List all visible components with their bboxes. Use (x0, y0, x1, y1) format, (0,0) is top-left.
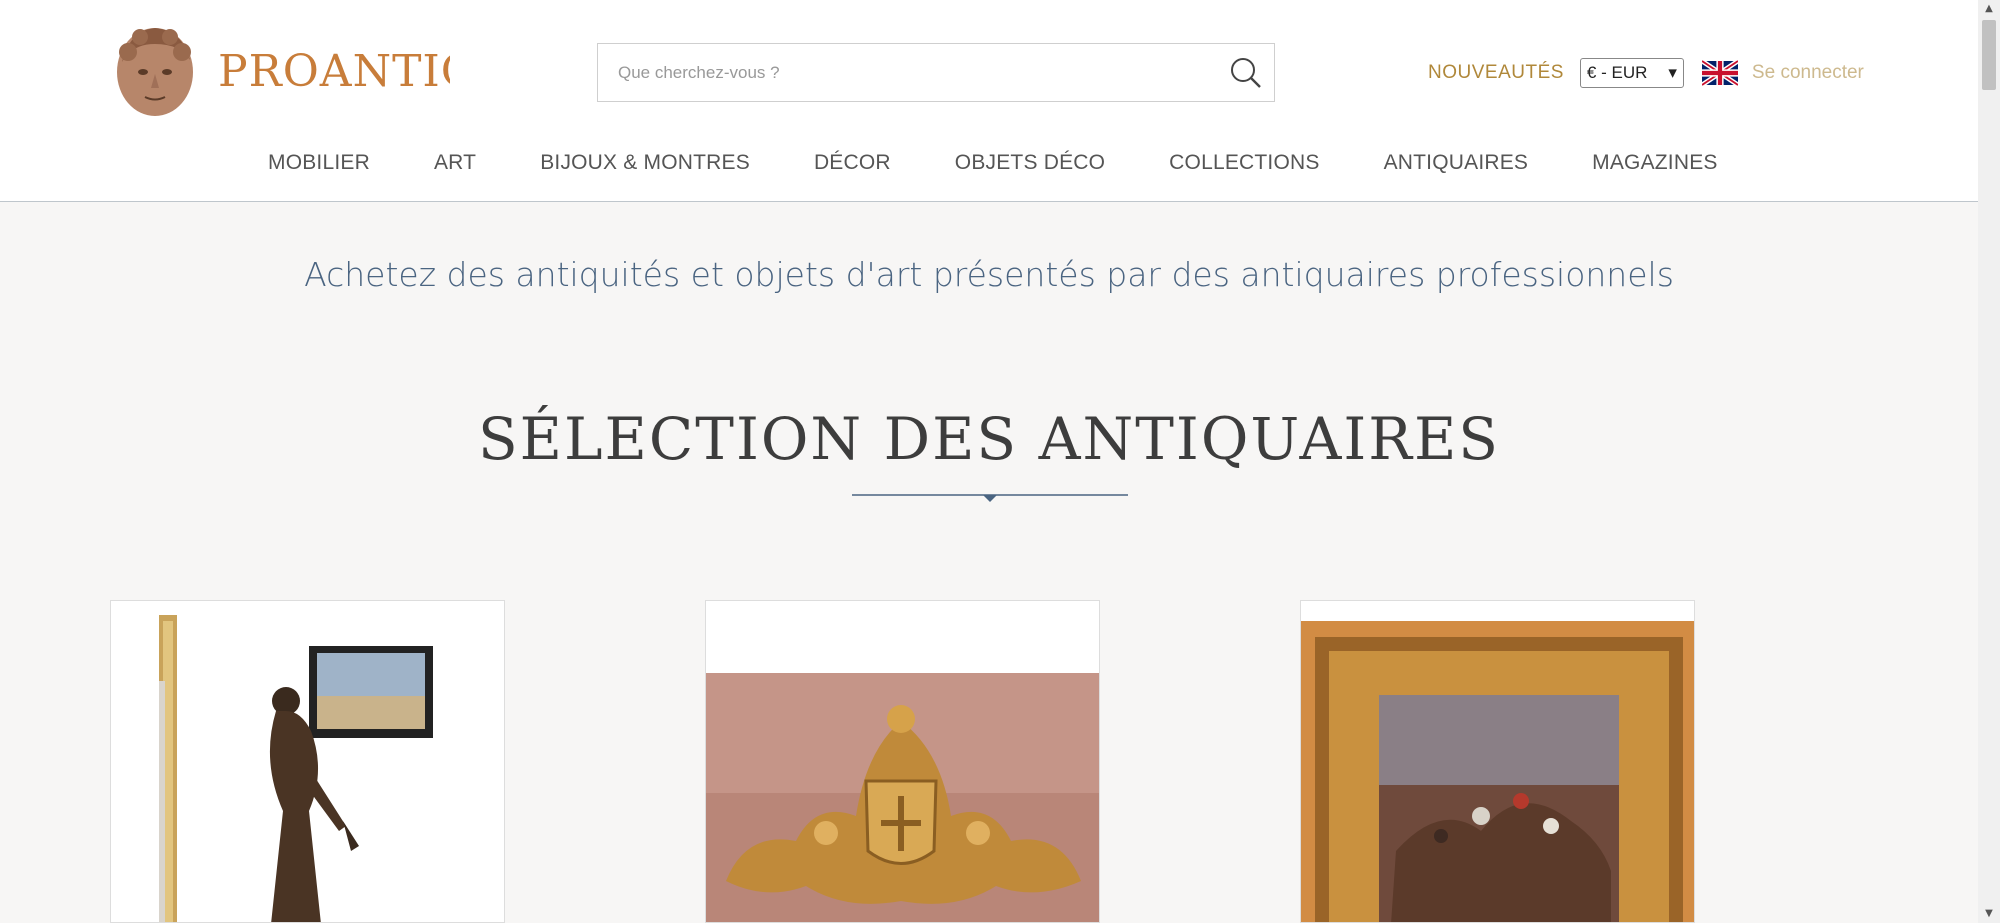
nav-item-bijoux-montres[interactable]: BIJOUX & MONTRES (508, 151, 782, 175)
header-actions: NOUVEAUTÉS € - EUR ▾ Se connecter (1428, 56, 1864, 90)
nav-item-antiquaires[interactable]: ANTIQUAIRES (1352, 151, 1561, 175)
product-image-bronze-statue (111, 601, 504, 922)
product-image-gilded-crest (706, 601, 1099, 922)
logo-text: PROANTIC (218, 45, 450, 97)
scrollbar-thumb[interactable] (1982, 20, 1996, 90)
scroll-down-icon[interactable]: ▼ (1978, 905, 2000, 923)
currency-value: € - EUR (1586, 63, 1648, 82)
new-arrivals-link[interactable]: NOUVEAUTÉS (1428, 62, 1564, 84)
main-nav: MOBILIER ART BIJOUX & MONTRES DÉCOR OBJE… (108, 124, 1850, 202)
nav-item-collections[interactable]: COLLECTIONS (1137, 151, 1351, 175)
section-title: SÉLECTION DES ANTIQUAIRES (477, 405, 1501, 473)
search-input[interactable] (598, 44, 1218, 101)
search-bar (597, 43, 1275, 102)
currency-select[interactable]: € - EUR ▾ (1579, 58, 1684, 88)
nav-item-mobilier[interactable]: MOBILIER (108, 151, 402, 175)
nav-item-art[interactable]: ART (402, 151, 508, 175)
scroll-up-icon[interactable]: ▲ (1978, 0, 2000, 18)
login-link[interactable]: Se connecter (1752, 62, 1864, 84)
title-divider (852, 489, 1128, 502)
product-card[interactable] (1300, 600, 1695, 923)
product-card[interactable] (705, 600, 1100, 923)
product-card[interactable] (110, 600, 505, 923)
nav-item-decor[interactable]: DÉCOR (782, 151, 923, 175)
product-image-framed-painting (1301, 601, 1694, 922)
site-header: PROANTIC NOUVEAUTÉS € - EUR ▾ Se connect (0, 0, 1978, 202)
logo-head-icon (110, 22, 200, 120)
page-scrollbar[interactable]: ▲ ▼ (1978, 0, 2000, 923)
logo[interactable]: PROANTIC (110, 22, 455, 120)
nav-item-magazines[interactable]: MAGAZINES (1560, 151, 1749, 175)
chevron-down-icon: ▾ (1668, 63, 1677, 82)
page-tagline: Achetez des antiquités et objets d'art p… (304, 255, 1674, 294)
uk-flag-icon[interactable] (1700, 59, 1740, 87)
nav-item-objets-deco[interactable]: OBJETS DÉCO (923, 151, 1137, 175)
dealer-selection-grid (110, 600, 1850, 923)
search-icon[interactable] (1218, 45, 1274, 101)
